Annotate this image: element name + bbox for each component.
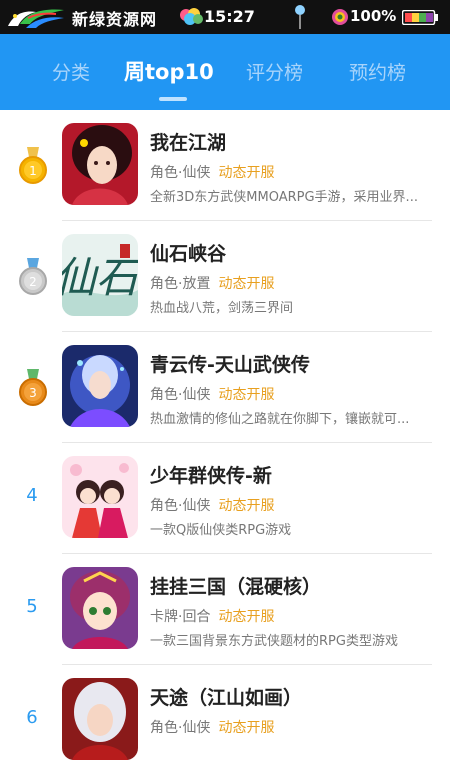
app-status: 动态开服	[218, 498, 275, 514]
status-bar: 新绿资源网 15:27 100%	[0, 0, 450, 34]
app-category: 角色·仙侠	[150, 165, 211, 181]
silver-medal-icon: 2	[19, 258, 47, 295]
app-category: 角色·放置	[150, 276, 211, 292]
list-item[interactable]: 4 少年群侠传-新 角色·仙侠 动态开服 一款Q版仙侠类RPG游戏	[0, 443, 450, 554]
app-icon-xianshixiagu[interactable]: 仙石	[62, 234, 138, 316]
app-description: 一款三国背景东方武侠题材的RPG类型游戏	[150, 634, 398, 649]
site-name: 新绿资源网	[72, 10, 158, 29]
battery-percent: 100%	[350, 7, 397, 25]
app-icon-qingyunzhuan[interactable]	[62, 345, 138, 427]
list-item[interactable]: 3 青云传-天山武侠传 角色·仙侠 动态开服 热血激情的修仙之路就在你脚下，镶嵌就…	[0, 332, 450, 443]
tab-category[interactable]: 分类	[52, 58, 90, 85]
app-category: 角色·仙侠	[150, 498, 211, 514]
app-description: 热血激情的修仙之路就在你脚下，镶嵌就可...	[150, 412, 410, 427]
battery-icon	[402, 10, 438, 25]
svg-text:2: 2	[29, 275, 37, 289]
active-tab-indicator	[159, 97, 187, 101]
app-tags: 角色·仙侠 动态开服	[150, 717, 274, 737]
app-category: 角色·仙侠	[150, 720, 211, 736]
app-category: 角色·仙侠	[150, 387, 211, 403]
app-status: 动态开服	[218, 609, 275, 625]
app-status: 动态开服	[218, 276, 275, 292]
clock-time: 15:27	[204, 7, 255, 26]
app-tags: 卡牌·回合 动态开服	[150, 606, 274, 626]
bronze-medal-icon: 3	[19, 369, 47, 406]
site-logo-icon	[8, 9, 64, 28]
app-icon-guaguasanguo[interactable]	[62, 567, 138, 649]
app-status: 动态开服	[218, 720, 275, 736]
svg-text:3: 3	[29, 386, 37, 400]
location-pin-icon	[295, 5, 305, 29]
app-status: 动态开服	[218, 387, 275, 403]
app-icon-wozaijianghu[interactable]	[62, 123, 138, 205]
list-item[interactable]: 2 仙石 仙石峡谷 角色·放置 动态开服 热血战八荒，剑荡三界间	[0, 221, 450, 332]
app-description: 热血战八荒，剑荡三界间	[150, 301, 294, 316]
tab-weekly-top10[interactable]: 周top10	[124, 56, 214, 86]
app-description: 全新3D东方武侠MMOARPG手游，采用业界...	[150, 190, 418, 205]
flower-icon	[332, 9, 348, 25]
rank-number: 4	[26, 485, 38, 506]
app-name: 我在江湖	[150, 132, 227, 154]
app-tags: 角色·放置 动态开服	[150, 273, 274, 293]
icon-calligraphy: 仙石	[62, 253, 138, 302]
app-name: 挂挂三国（混硬核）	[150, 576, 322, 598]
tab-rating-ranking[interactable]: 评分榜	[246, 58, 303, 85]
app-icon-shaonianqunxiazhuan[interactable]	[62, 456, 138, 538]
app-tags: 角色·仙侠 动态开服	[150, 162, 274, 182]
app-tags: 角色·仙侠 动态开服	[150, 495, 274, 515]
game-ranking-list: 1 我在江湖 角色·仙侠 动态开服 全新3D东方武侠MMOARPG手游，采用业界.…	[0, 110, 450, 776]
gold-medal-icon: 1	[19, 147, 47, 184]
app-status: 动态开服	[218, 165, 275, 181]
app-icon-tiantu[interactable]	[62, 678, 138, 760]
list-item[interactable]: 1 我在江湖 角色·仙侠 动态开服 全新3D东方武侠MMOARPG手游，采用业界.…	[0, 110, 450, 221]
rank-number: 5	[26, 596, 38, 617]
app-tags: 角色·仙侠 动态开服	[150, 384, 274, 404]
app-description: 一款Q版仙侠类RPG游戏	[150, 523, 292, 538]
rank-number: 6	[26, 707, 38, 728]
app-name: 少年群侠传-新	[150, 465, 272, 487]
tab-reservation-ranking[interactable]: 预约榜	[349, 58, 406, 85]
app-name: 天途（江山如画）	[150, 687, 303, 709]
app-name: 仙石峡谷	[150, 243, 227, 265]
svg-text:1: 1	[29, 164, 37, 178]
list-item[interactable]: 5 挂挂三国（混硬核） 卡牌·回合 动态开服 一款三国背景东方武侠题材的RPG类型…	[0, 554, 450, 665]
list-item[interactable]: 6 天途（江山如画） 角色·仙侠 动态开服	[0, 665, 450, 776]
app-name: 青云传-天山武侠传	[150, 354, 310, 376]
balloons-icon	[180, 8, 203, 25]
app-category: 卡牌·回合	[150, 609, 211, 625]
tab-bar: 分类 周top10 评分榜 预约榜	[0, 34, 450, 110]
